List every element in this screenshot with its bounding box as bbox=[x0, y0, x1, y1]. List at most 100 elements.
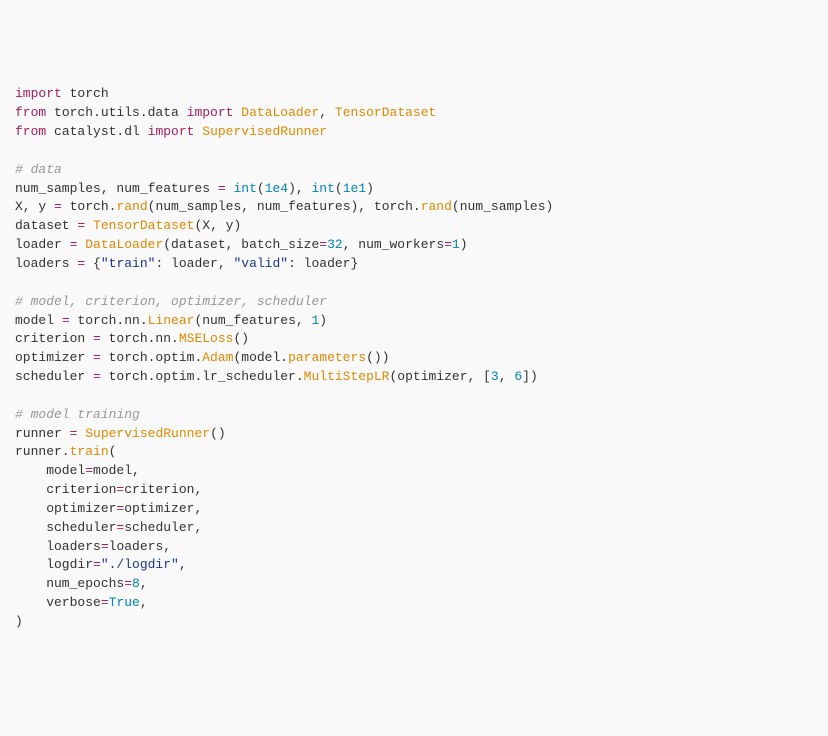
code-line: from catalyst.dl import SupervisedRunner bbox=[15, 123, 813, 142]
code-line bbox=[15, 274, 813, 293]
code-token: torch. bbox=[62, 199, 117, 214]
code-token: Linear bbox=[148, 313, 195, 328]
code-token: = bbox=[62, 313, 70, 328]
code-token: 8 bbox=[132, 576, 140, 591]
code-token: # model training bbox=[15, 407, 140, 422]
code-token: ) bbox=[460, 237, 468, 252]
code-token: loaders bbox=[15, 539, 101, 554]
code-token: (model. bbox=[233, 350, 288, 365]
code-token: ), bbox=[288, 181, 311, 196]
code-token: optimizer bbox=[15, 350, 93, 365]
code-token: 32 bbox=[327, 237, 343, 252]
code-token: rand bbox=[421, 199, 452, 214]
code-token: = bbox=[93, 331, 101, 346]
code-line: scheduler = torch.optim.lr_scheduler.Mul… bbox=[15, 368, 813, 387]
code-token: optimizer, bbox=[124, 501, 202, 516]
code-token: 1 bbox=[452, 237, 460, 252]
code-token: runner. bbox=[15, 444, 70, 459]
code-token: num_samples, num_features bbox=[15, 181, 218, 196]
code-token: 3 bbox=[491, 369, 499, 384]
code-token: : loader, bbox=[155, 256, 233, 271]
code-token: parameters bbox=[288, 350, 366, 365]
code-block: import torchfrom torch.utils.data import… bbox=[15, 85, 813, 631]
code-token: True bbox=[109, 595, 140, 610]
code-token: 1e1 bbox=[343, 181, 366, 196]
code-token: = bbox=[85, 463, 93, 478]
code-token: model bbox=[15, 463, 85, 478]
code-token: = bbox=[124, 576, 132, 591]
code-token: = bbox=[101, 539, 109, 554]
code-token: scheduler bbox=[15, 369, 93, 384]
code-token: (X, y) bbox=[194, 218, 241, 233]
code-line: X, y = torch.rand(num_samples, num_featu… bbox=[15, 198, 813, 217]
code-token: = bbox=[444, 237, 452, 252]
code-line: optimizer = torch.optim.Adam(model.param… bbox=[15, 349, 813, 368]
code-line: loaders=loaders, bbox=[15, 538, 813, 557]
code-token bbox=[85, 218, 93, 233]
code-token: loaders, bbox=[109, 539, 171, 554]
code-line: optimizer=optimizer, bbox=[15, 500, 813, 519]
code-token: "train" bbox=[101, 256, 156, 271]
code-token: # data bbox=[15, 162, 62, 177]
code-token: train bbox=[70, 444, 109, 459]
code-line: # model training bbox=[15, 406, 813, 425]
code-token: TensorDataset bbox=[335, 105, 436, 120]
code-token: "./logdir" bbox=[101, 557, 179, 572]
code-token: X, y bbox=[15, 199, 54, 214]
code-token: = bbox=[93, 557, 101, 572]
code-line: dataset = TensorDataset(X, y) bbox=[15, 217, 813, 236]
code-token: = bbox=[93, 350, 101, 365]
code-token: scheduler bbox=[15, 520, 116, 535]
code-line: model = torch.nn.Linear(num_features, 1) bbox=[15, 312, 813, 331]
code-token: ) bbox=[319, 313, 327, 328]
code-token: ( bbox=[335, 181, 343, 196]
code-token: (optimizer, [ bbox=[390, 369, 491, 384]
code-token: MSELoss bbox=[179, 331, 234, 346]
code-line: num_epochs=8, bbox=[15, 575, 813, 594]
code-token: torch.optim. bbox=[101, 350, 202, 365]
code-line: loader = DataLoader(dataset, batch_size=… bbox=[15, 236, 813, 255]
code-token: import bbox=[187, 105, 234, 120]
code-token: verbose bbox=[15, 595, 101, 610]
code-line: criterion = torch.nn.MSELoss() bbox=[15, 330, 813, 349]
code-line: runner = SupervisedRunner() bbox=[15, 425, 813, 444]
code-line: import torch bbox=[15, 85, 813, 104]
code-token: , num_workers bbox=[343, 237, 444, 252]
code-token: torch.utils.data bbox=[46, 105, 186, 120]
code-line: from torch.utils.data import DataLoader,… bbox=[15, 104, 813, 123]
code-token: # model, criterion, optimizer, scheduler bbox=[15, 294, 327, 309]
code-token: torch.nn. bbox=[101, 331, 179, 346]
code-token: ]) bbox=[522, 369, 538, 384]
code-token: , bbox=[499, 369, 515, 384]
code-token: runner bbox=[15, 426, 70, 441]
code-line: criterion=criterion, bbox=[15, 481, 813, 500]
code-token: { bbox=[85, 256, 101, 271]
code-token: 1e4 bbox=[265, 181, 288, 196]
code-token: criterion bbox=[15, 331, 93, 346]
code-line: logdir="./logdir", bbox=[15, 556, 813, 575]
code-token: int bbox=[233, 181, 256, 196]
code-token: import bbox=[15, 86, 62, 101]
code-line: # data bbox=[15, 161, 813, 180]
code-token: catalyst.dl bbox=[46, 124, 147, 139]
code-token: criterion bbox=[15, 482, 116, 497]
code-token: logdir bbox=[15, 557, 93, 572]
code-line: # model, criterion, optimizer, scheduler bbox=[15, 293, 813, 312]
code-token: ( bbox=[257, 181, 265, 196]
code-token: DataLoader bbox=[85, 237, 163, 252]
code-line: ) bbox=[15, 613, 813, 632]
code-line: runner.train( bbox=[15, 443, 813, 462]
code-token: , bbox=[319, 105, 335, 120]
code-token: DataLoader bbox=[241, 105, 319, 120]
code-token: Adam bbox=[202, 350, 233, 365]
code-token: , bbox=[140, 576, 148, 591]
code-token: = bbox=[101, 595, 109, 610]
code-token: from bbox=[15, 105, 46, 120]
code-token: 6 bbox=[514, 369, 522, 384]
code-token: loaders bbox=[15, 256, 77, 271]
code-token: torch.optim.lr_scheduler. bbox=[101, 369, 304, 384]
code-line: loaders = {"train": loader, "valid": loa… bbox=[15, 255, 813, 274]
code-token: int bbox=[312, 181, 335, 196]
code-line: num_samples, num_features = int(1e4), in… bbox=[15, 180, 813, 199]
code-token: () bbox=[233, 331, 249, 346]
